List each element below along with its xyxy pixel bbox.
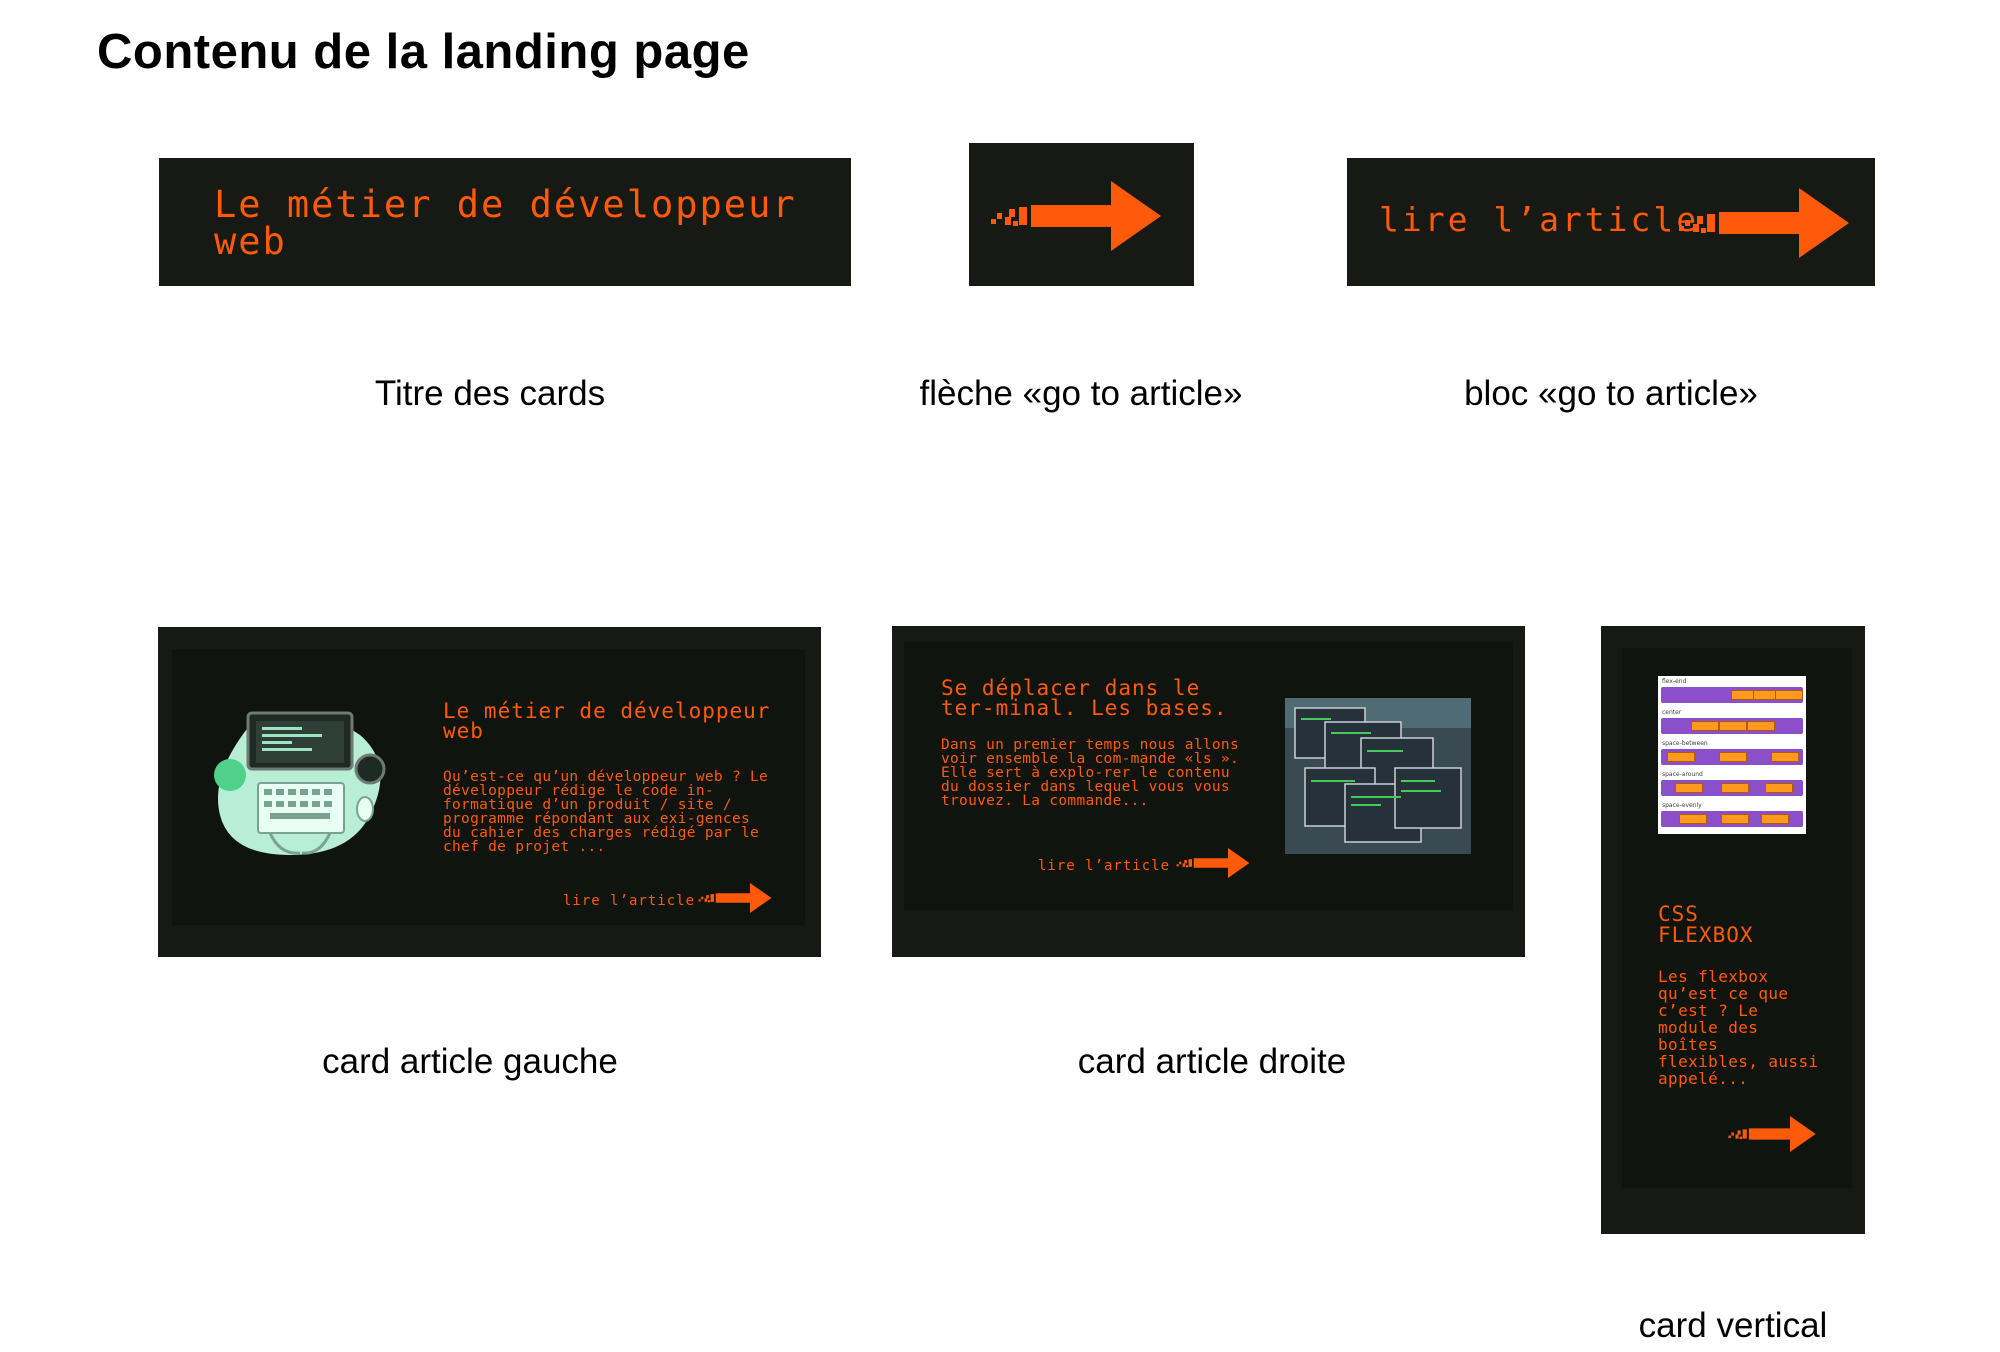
- card-title-text: Le métier de développeur web: [214, 183, 797, 263]
- flex-item: [1771, 752, 1799, 762]
- flex-row-label: space-around: [1662, 771, 1703, 778]
- flex-item: [1667, 752, 1695, 762]
- flex-item: [1775, 690, 1803, 700]
- flex-row-container: [1661, 718, 1803, 734]
- go-to-article-label: lire l’article: [1379, 200, 1700, 239]
- flex-row-label: space-between: [1662, 740, 1708, 747]
- card-title: Le métier de développeur web: [443, 699, 771, 743]
- flex-row-label: space-evenly: [1662, 802, 1702, 809]
- flex-row-label: flex-end: [1662, 678, 1687, 685]
- caption-card-vertical: card vertical: [1638, 1306, 1828, 1345]
- card-article-right[interactable]: Se déplacer dans le ter-minal. Les bases…: [892, 626, 1525, 957]
- flex-item: [1675, 783, 1703, 793]
- card-inner: Se déplacer dans le ter-minal. Les bases…: [904, 642, 1513, 910]
- developer-laptop-illustration: [214, 711, 386, 855]
- flex-row-container: [1661, 749, 1803, 765]
- caption-go-block: bloc «go to article»: [1464, 374, 1758, 413]
- read-article-label[interactable]: lire l’article: [563, 893, 695, 909]
- flex-row-label: center: [1662, 709, 1682, 716]
- flex-row-container: [1661, 780, 1803, 796]
- flex-row-container: [1661, 811, 1803, 827]
- caption-card-right: card article droite: [1077, 1042, 1347, 1081]
- read-article-label[interactable]: lire l’article: [1038, 858, 1170, 874]
- card-vertical[interactable]: flex-end center space-between space-around s…: [1601, 626, 1865, 1234]
- card-article-left[interactable]: Le métier de développeur web Qu’est-ce q…: [158, 627, 821, 957]
- card-title: Se déplacer dans le ter-minal. Les bases…: [941, 676, 1228, 720]
- card-inner: flex-end center space-between space-around s…: [1622, 648, 1852, 1188]
- flex-item: [1765, 783, 1793, 793]
- arrow-right-icon[interactable]: [1728, 1116, 1816, 1152]
- page-title: Contenu de la landing page: [97, 25, 750, 79]
- card-title: CSS FLEXBOX: [1658, 902, 1754, 947]
- flex-row-container: [1661, 687, 1803, 703]
- card-title-sample: Le métier de développeur web: [159, 158, 851, 286]
- flex-item: [1719, 721, 1747, 731]
- caption-card-title: Titre des cards: [374, 374, 606, 413]
- arrow-right-icon[interactable]: [1176, 848, 1250, 878]
- arrow-right-icon: [991, 181, 1161, 251]
- caption-arrow: flèche «go to article»: [919, 374, 1243, 413]
- arrow-right-icon[interactable]: [698, 883, 772, 913]
- flex-item: [1761, 814, 1789, 824]
- card-inner: Le métier de développeur web Qu’est-ce q…: [172, 649, 805, 925]
- card-description: Qu’est-ce qu’un développeur web ? Le dév…: [443, 769, 769, 855]
- caption-card-left: card article gauche: [322, 1042, 618, 1081]
- flex-item: [1747, 721, 1775, 731]
- card-description: Dans un premier temps nous allons voir e…: [941, 737, 1239, 809]
- arrow-right-icon: [1679, 188, 1849, 258]
- go-to-article-block[interactable]: lire l’article: [1347, 158, 1875, 286]
- flexbox-justify-diagram: flex-end center space-between space-around s…: [1658, 676, 1806, 834]
- flex-item: [1679, 814, 1707, 824]
- arrow-sample[interactable]: [969, 143, 1194, 286]
- flex-item: [1719, 752, 1747, 762]
- flex-item: [1691, 721, 1719, 731]
- card-description: Les flexbox qu’est ce que c’est ? Le mod…: [1658, 967, 1819, 1088]
- flex-item: [1721, 814, 1749, 824]
- flex-item: [1721, 783, 1749, 793]
- terminal-windows-image: [1285, 698, 1471, 854]
